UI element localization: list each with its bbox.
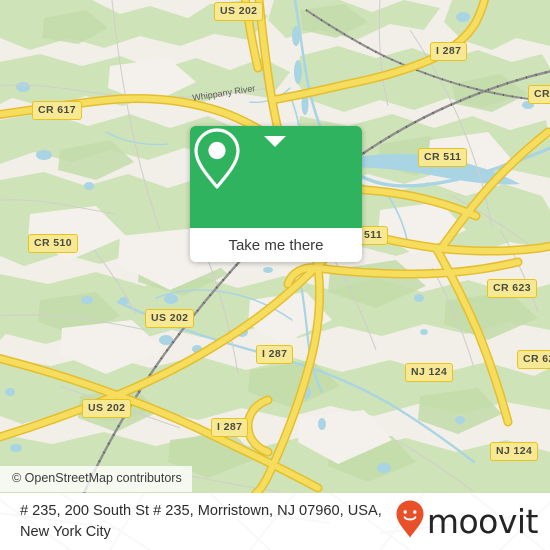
route-shield[interactable]: CR 62 [517, 350, 550, 369]
route-shield[interactable]: CR 510 [28, 234, 79, 253]
moovit-pin-icon [395, 499, 425, 544]
route-shield[interactable]: 511 [358, 226, 389, 245]
osm-attribution[interactable]: © OpenStreetMap contributors [0, 466, 192, 492]
route-shield[interactable]: US 202 [82, 399, 132, 418]
route-shield[interactable]: I 287 [211, 418, 249, 437]
route-shield[interactable]: CR 511 [418, 148, 468, 167]
footer-bar: # 235, 200 South St # 235, Morristown, N… [0, 493, 550, 550]
route-shield[interactable]: I 287 [430, 42, 468, 61]
popup-pointer [264, 136, 286, 147]
moovit-map-screenshot: US 202 I 287 CR 617 CR CR 511 CR 510 511… [0, 0, 550, 550]
route-shield[interactable]: US 202 [145, 309, 195, 328]
take-me-there-label: Take me there [228, 236, 324, 254]
route-shield[interactable]: NJ 124 [405, 363, 454, 382]
route-shield[interactable]: I 287 [256, 345, 294, 364]
route-shield[interactable]: CR 623 [487, 279, 538, 298]
route-shield[interactable]: NJ 124 [490, 442, 539, 461]
route-shield[interactable]: US 202 [214, 2, 264, 21]
route-shield[interactable]: CR [528, 85, 550, 104]
route-shield[interactable]: CR 617 [32, 101, 83, 120]
address-text: # 235, 200 South St # 235, Morristown, N… [20, 502, 382, 540]
popup-action[interactable]: Take me there [190, 228, 362, 262]
moovit-wordmark: moovit [426, 502, 539, 541]
map-canvas[interactable]: US 202 I 287 CR 617 CR CR 511 CR 510 511… [0, 0, 550, 493]
moovit-logo[interactable]: moovit [395, 499, 539, 544]
